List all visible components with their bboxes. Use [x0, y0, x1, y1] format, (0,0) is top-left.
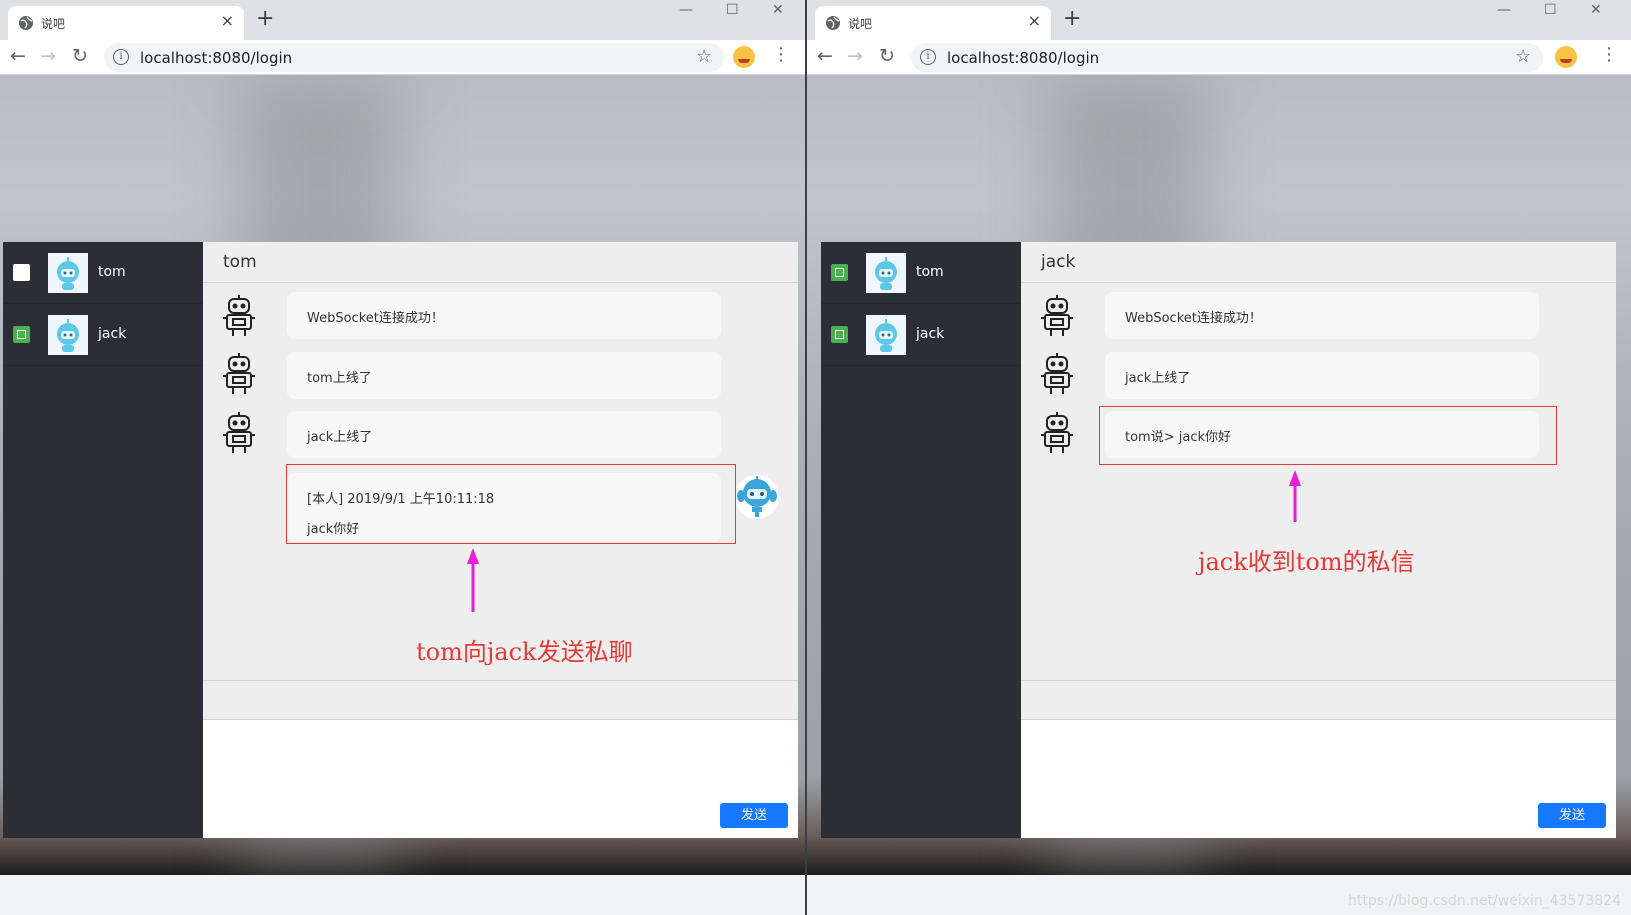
url-text: localhost:8080/login: [947, 49, 1100, 67]
chat-header: jack: [1021, 242, 1616, 283]
send-button[interactable]: 发送: [720, 803, 788, 828]
address-bar[interactable]: i localhost:8080/login ☆: [104, 43, 724, 72]
highlight-box: [1099, 406, 1557, 465]
globe-icon: [19, 16, 33, 30]
reload-icon[interactable]: ↻: [72, 45, 88, 67]
forward-icon[interactable]: →: [40, 45, 56, 67]
robot-avatar-icon: [866, 253, 906, 293]
url-text: localhost:8080/login: [140, 49, 293, 67]
maximize-icon[interactable]: ☐: [726, 2, 739, 18]
tab-title: 说吧: [848, 17, 873, 31]
annotation-text: jack收到tom的私信: [1198, 548, 1415, 576]
user-item-tom[interactable]: tom: [821, 242, 1021, 304]
close-window-icon[interactable]: ✕: [1590, 2, 1602, 18]
user-name: tom: [98, 264, 126, 280]
browser-tab[interactable]: 说吧 ×: [815, 6, 1051, 40]
message-bubble: jack上线了: [1105, 352, 1539, 399]
maximize-icon[interactable]: ☐: [1544, 2, 1557, 18]
status-checkbox[interactable]: [13, 264, 30, 281]
user-item-tom[interactable]: tom: [3, 242, 203, 304]
robot-icon: [223, 295, 255, 336]
message-text: jack上线了: [1125, 371, 1191, 386]
browser-toolbar: ← → ↻ i localhost:8080/login ☆ ⋮: [0, 40, 805, 75]
chat-main: jack WebSocket连接成功！ jack上线了 tom说> jack你好…: [1021, 242, 1616, 838]
close-tab-icon[interactable]: ×: [1028, 11, 1041, 30]
highlight-box: [286, 464, 736, 544]
user-name: jack: [916, 326, 945, 342]
message-bubble: WebSocket连接成功！: [1105, 292, 1539, 339]
arrow-icon: [1289, 470, 1301, 522]
bookmark-star-icon[interactable]: ☆: [1515, 46, 1531, 67]
chat-panel: tom jack jack WebSocket连接成功！ jack上线了 tom…: [821, 242, 1616, 838]
message-text: jack上线了: [307, 430, 373, 445]
back-icon[interactable]: ←: [10, 45, 26, 67]
robot-avatar-icon: [48, 253, 88, 293]
robot-icon: [223, 353, 255, 394]
address-bar[interactable]: i localhost:8080/login ☆: [911, 43, 1543, 72]
robot-avatar-icon: [866, 315, 906, 355]
tab-strip: 说吧 × + — ☐ ✕: [807, 0, 1631, 40]
tab-strip: 说吧 × + — ☐ ✕: [0, 0, 805, 40]
chat-main: tom WebSocket连接成功！ tom上线了 jack上线了 [本人] 2…: [203, 242, 798, 838]
globe-icon: [826, 16, 840, 30]
message-bubble: WebSocket连接成功！: [287, 292, 721, 339]
robot-icon: [1041, 353, 1073, 394]
status-checkbox[interactable]: [13, 326, 30, 343]
profile-avatar-icon[interactable]: [1555, 46, 1577, 68]
tab-title: 说吧: [41, 17, 66, 31]
robot-avatar-icon: [48, 315, 88, 355]
new-tab-icon[interactable]: +: [256, 6, 274, 31]
send-button[interactable]: 发送: [1538, 803, 1606, 828]
status-checkbox[interactable]: [831, 264, 848, 281]
back-icon[interactable]: ←: [817, 45, 833, 67]
browser-window-jack: 说吧 × + — ☐ ✕ ← → ↻ i localhost:8080/logi…: [807, 0, 1631, 915]
robot-icon: [1041, 412, 1073, 453]
robot-icon: [223, 412, 255, 453]
forward-icon[interactable]: →: [847, 45, 863, 67]
message-bubble: jack上线了: [287, 411, 721, 458]
reload-icon[interactable]: ↻: [879, 45, 895, 67]
user-sidebar: tom jack: [821, 242, 1021, 838]
user-sidebar: tom jack: [3, 242, 203, 838]
chat-panel: tom jack tom WebSocket连接成功！ tom上线了 jack上…: [3, 242, 798, 838]
bookmark-star-icon[interactable]: ☆: [696, 46, 712, 67]
message-text: WebSocket连接成功！: [307, 311, 444, 326]
message-input[interactable]: 发送: [1021, 720, 1616, 838]
user-item-jack[interactable]: jack: [821, 304, 1021, 366]
user-name: tom: [916, 264, 944, 280]
status-checkbox[interactable]: [831, 326, 848, 343]
user-item-jack[interactable]: jack: [3, 304, 203, 366]
message-text: WebSocket连接成功！: [1125, 311, 1262, 326]
message-text: tom上线了: [307, 371, 372, 386]
info-icon[interactable]: i: [113, 49, 129, 65]
close-tab-icon[interactable]: ×: [221, 11, 234, 30]
minimize-icon[interactable]: —: [679, 2, 693, 18]
arrow-icon: [467, 548, 479, 612]
robot-icon: [1041, 295, 1073, 336]
info-icon[interactable]: i: [920, 49, 936, 65]
profile-avatar-icon[interactable]: [733, 46, 755, 68]
browser-tab[interactable]: 说吧 ×: [8, 6, 244, 40]
message-bubble: tom上线了: [287, 352, 721, 399]
page-bottom: [0, 875, 805, 915]
user-name: jack: [98, 326, 127, 342]
close-window-icon[interactable]: ✕: [772, 2, 784, 18]
chat-header: tom: [203, 242, 798, 283]
divider: [203, 680, 798, 681]
chat-title: tom: [223, 252, 257, 272]
chat-title: jack: [1041, 252, 1076, 272]
browser-window-tom: 说吧 × + — ☐ ✕ ← → ↻ i localhost:8080/logi…: [0, 0, 805, 915]
self-robot-avatar-icon: [735, 475, 779, 519]
annotation-text: tom向jack发送私聊: [416, 638, 633, 666]
watermark: https://blog.csdn.net/weixin_43573824: [1347, 893, 1621, 909]
new-tab-icon[interactable]: +: [1063, 6, 1081, 31]
message-input[interactable]: 发送: [203, 720, 798, 838]
divider: [1021, 680, 1616, 681]
more-menu-icon[interactable]: ⋮: [1600, 44, 1618, 65]
minimize-icon[interactable]: —: [1497, 2, 1511, 18]
more-menu-icon[interactable]: ⋮: [772, 44, 790, 65]
browser-toolbar: ← → ↻ i localhost:8080/login ☆ ⋮: [807, 40, 1631, 75]
